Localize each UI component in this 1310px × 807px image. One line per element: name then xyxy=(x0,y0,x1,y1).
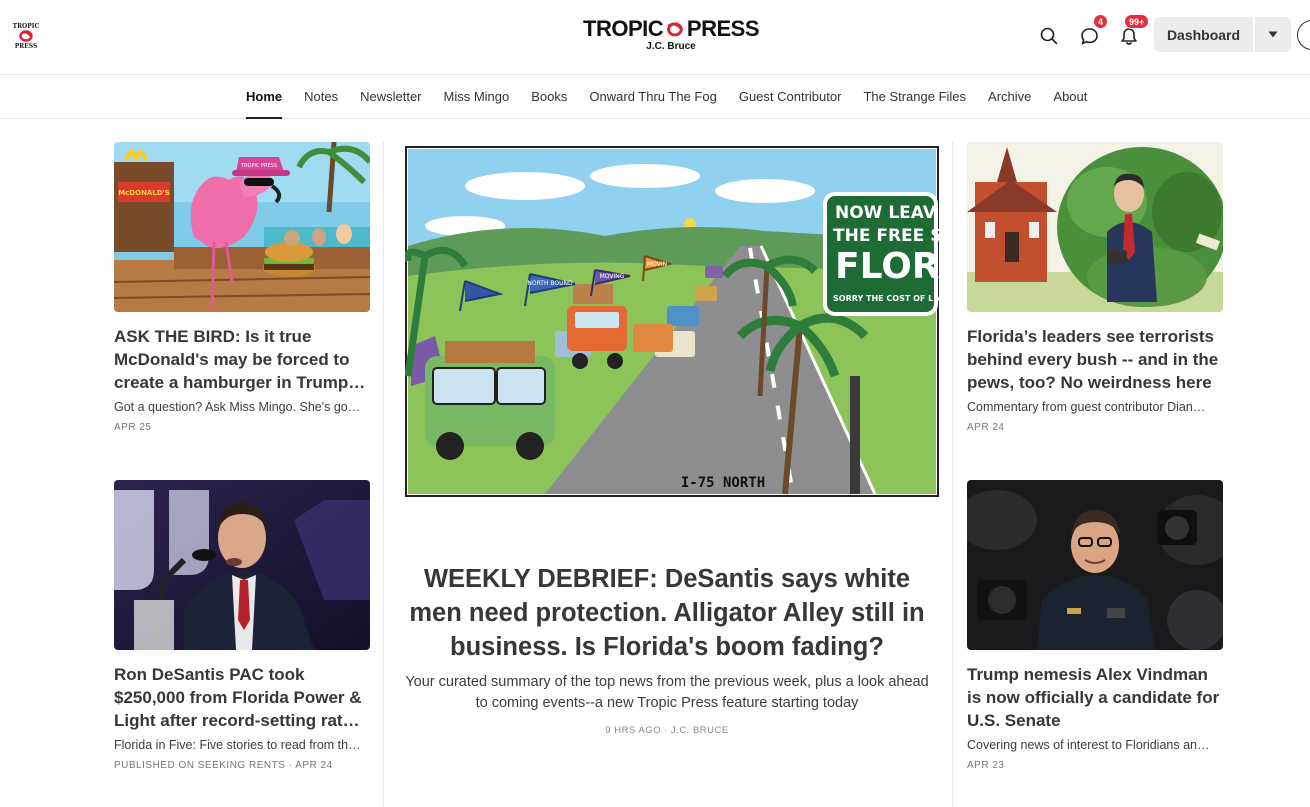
site-brand[interactable]: TROPIC PRESS J.C. Bruce xyxy=(583,16,760,56)
post-meta: APR 25 xyxy=(114,422,152,433)
chat-button[interactable]: 4 xyxy=(1073,14,1109,52)
post-card-terrorists-bush[interactable]: Florida’s leaders see terrorists behind … xyxy=(967,142,1223,434)
post-card-vindman-senate[interactable]: Trump nemesis Alex Vindman is now offici… xyxy=(967,480,1223,772)
post-subtitle: Covering news of interest to Floridians … xyxy=(967,738,1210,752)
chat-badge: 4 xyxy=(1093,14,1109,29)
feature-post-subtitle: Your curated summary of the top news fro… xyxy=(405,674,929,711)
section-nav: Home Notes Newsletter Miss Mingo Books O… xyxy=(0,75,1310,119)
nav-item-home[interactable]: Home xyxy=(246,75,283,119)
svg-text:SORRY THE COST OF LIVING IS: SORRY THE COST OF LIVING IS xyxy=(833,294,939,303)
post-title[interactable]: Ron DeSantis PAC took $250,000 from Flor… xyxy=(114,663,370,732)
post-meta: APR 24 xyxy=(967,422,1005,433)
search-icon xyxy=(1040,27,1058,45)
flamingo-illustration-image[interactable]: McDONALD'S TROPIC PRESS xyxy=(114,142,370,312)
post-title[interactable]: Trump nemesis Alex Vindman is now offici… xyxy=(967,663,1223,732)
post-title[interactable]: Florida’s leaders see terrorists behind … xyxy=(967,325,1223,394)
svg-text:McDONALD'S: McDONALD'S xyxy=(118,189,170,197)
nav-item-archive[interactable]: Archive xyxy=(988,75,1031,119)
brand-word-right: PRESS xyxy=(686,16,760,41)
svg-text:I-75 NORTH: I-75 NORTH xyxy=(681,475,765,491)
notifications-button[interactable]: 99+ xyxy=(1113,14,1150,52)
dashboard-button[interactable]: Dashboard xyxy=(1154,17,1253,52)
nav-item-miss-mingo[interactable]: Miss Mingo xyxy=(444,75,510,119)
post-meta: APR 23 xyxy=(967,760,1005,771)
nav-item-newsletter[interactable]: Newsletter xyxy=(360,75,421,119)
brand-word-left: TROPIC xyxy=(583,16,664,41)
svg-text:MOVIN: MOVIN xyxy=(647,261,667,268)
post-title[interactable]: ASK THE BIRD: Is it true McDonald's may … xyxy=(114,325,370,394)
svg-text:NOW LEAV: NOW LEAV xyxy=(835,203,937,223)
search-button[interactable] xyxy=(1033,20,1065,52)
dashboard-menu-toggle[interactable] xyxy=(1255,17,1291,52)
brand-byline: J.C. Bruce xyxy=(646,41,696,52)
nav-item-about[interactable]: About xyxy=(1053,75,1087,119)
caret-down-icon xyxy=(1268,31,1278,38)
vindman-photo-image[interactable] xyxy=(967,480,1223,650)
feature-post-meta: 9 HRS AGO · J.C. BRUCE xyxy=(605,725,729,736)
brand-swirl-icon xyxy=(667,22,684,37)
user-avatar[interactable] xyxy=(1297,20,1310,50)
svg-text:TROPIC PRESS: TROPIC PRESS xyxy=(240,163,277,169)
post-subtitle: Commentary from guest contributor Dian… xyxy=(967,400,1206,414)
desantis-photo-image[interactable] xyxy=(114,480,370,650)
column-divider-right xyxy=(952,142,953,807)
nav-item-books[interactable]: Books xyxy=(531,75,567,119)
svg-text:FLOR: FLOR xyxy=(835,246,939,287)
nav-item-strange-files[interactable]: The Strange Files xyxy=(863,75,966,119)
post-card-desantis-pac[interactable]: Ron DeSantis PAC took $250,000 from Flor… xyxy=(114,480,370,772)
svg-text:PRESS: PRESS xyxy=(15,43,38,50)
nav-item-guest-contributor[interactable]: Guest Contributor xyxy=(739,75,842,119)
nav-item-onward-thru-the-fog[interactable]: Onward Thru The Fog xyxy=(589,75,716,119)
notifications-badge: 99+ xyxy=(1124,14,1150,29)
post-card-ask-the-bird[interactable]: McDONALD'S TROPIC PRESS ASK THE BIRD: Is… xyxy=(114,142,370,434)
publication-logo-icon[interactable]: TROPIC PRESS xyxy=(12,20,40,52)
post-meta: PUBLISHED ON SEEKING RENTS · APR 24 xyxy=(114,760,333,771)
svg-text:NORTH BOUND: NORTH BOUND xyxy=(527,280,573,287)
bush-cartoon-image[interactable] xyxy=(967,142,1223,312)
feature-post-title[interactable]: WEEKLY DEBRIEF: DeSantis says white men … xyxy=(405,562,929,664)
svg-text:TROPIC: TROPIC xyxy=(13,23,40,30)
svg-text:MOVING: MOVING xyxy=(600,273,625,280)
post-subtitle: Got a question? Ask Miss Mingo. She's go… xyxy=(114,400,361,414)
column-divider-left xyxy=(383,142,384,807)
chat-bubble-icon xyxy=(1080,27,1098,44)
site-header: TROPIC PRESS TROPIC PRESS J.C. Bruce 4 9… xyxy=(0,0,1310,75)
svg-text:THE FREE ST: THE FREE ST xyxy=(833,226,939,246)
i75-traffic-illustration-image[interactable]: I-75 NORTH NORTH BOUND MOVING MOVIN NOW … xyxy=(405,146,939,497)
nav-item-notes[interactable]: Notes xyxy=(304,75,338,119)
post-subtitle: Florida in Five: Five stories to read fr… xyxy=(114,738,361,752)
